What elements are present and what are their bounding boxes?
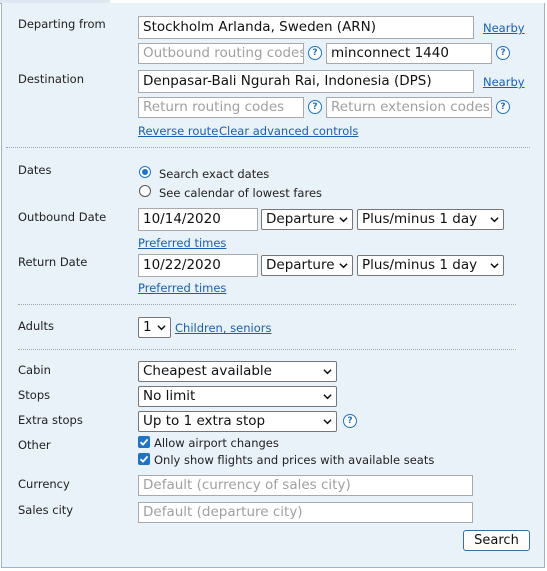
adults-value: 1 (143, 319, 152, 335)
return-date-input[interactable]: 10/22/2020 (138, 254, 258, 277)
radio-exact-dates[interactable] (139, 166, 151, 178)
chevron-down-icon (490, 217, 499, 223)
help-icon[interactable]: ? (496, 100, 510, 114)
section-divider (18, 304, 516, 305)
outbound-routing-codes-input[interactable]: Outbound routing codes (138, 43, 304, 64)
help-icon[interactable]: ? (308, 100, 322, 114)
outbound-extension-codes-input[interactable]: minconnect 1440 (326, 43, 492, 64)
outbound-time-type-select[interactable]: Departure (261, 209, 353, 230)
chevron-down-icon (323, 369, 332, 375)
help-icon[interactable]: ? (496, 46, 510, 60)
adults-select[interactable]: 1 (138, 317, 171, 338)
stops-select[interactable]: No limit (138, 386, 337, 407)
chevron-down-icon (490, 263, 499, 269)
sales-city-label: Sales city (18, 503, 74, 517)
return-preferred-times-link[interactable]: Preferred times (138, 281, 226, 295)
return-date-label: Return Date (18, 255, 88, 269)
adults-label: Adults (18, 319, 54, 333)
only-available-seats-checkbox[interactable] (138, 453, 150, 465)
return-time-type-select[interactable]: Departure (261, 255, 353, 276)
other-label: Other (18, 438, 51, 452)
calendar-lowest-fares-label[interactable]: See calendar of lowest fares (159, 186, 322, 200)
stops-value: No limit (143, 388, 196, 404)
stops-label: Stops (18, 388, 51, 402)
outbound-flex-value: Plus/minus 1 day (362, 211, 478, 227)
help-icon[interactable]: ? (343, 414, 357, 428)
sales-city-input[interactable]: Default (departure city) (138, 502, 473, 523)
cabin-select[interactable]: Cheapest available (138, 361, 337, 382)
outbound-date-input[interactable]: 10/14/2020 (138, 208, 258, 231)
outbound-time-type-value: Departure (266, 211, 335, 227)
nearby-destination-link[interactable]: Nearby (483, 75, 525, 89)
checkmark-icon (139, 438, 149, 446)
section-divider (6, 147, 530, 148)
chevron-down-icon (339, 263, 348, 269)
chevron-down-icon (323, 394, 332, 400)
extra-stops-select[interactable]: Up to 1 extra stop (138, 411, 337, 432)
outbound-date-label: Outbound Date (18, 210, 107, 224)
allow-airport-changes-label[interactable]: Allow airport changes (154, 436, 279, 450)
chevron-down-icon (157, 325, 166, 331)
cabin-label: Cabin (18, 363, 51, 377)
search-button[interactable]: Search (463, 530, 530, 551)
extra-stops-label: Extra stops (18, 413, 83, 427)
currency-label: Currency (18, 477, 70, 491)
extra-stops-value: Up to 1 extra stop (143, 413, 266, 429)
reverse-route-link[interactable]: Reverse route (138, 124, 218, 138)
help-icon[interactable]: ? (308, 46, 322, 60)
outbound-preferred-times-link[interactable]: Preferred times (138, 236, 226, 250)
clear-advanced-controls-link[interactable]: Clear advanced controls (219, 124, 358, 138)
return-flex-select[interactable]: Plus/minus 1 day (357, 255, 504, 276)
destination-label: Destination (18, 72, 84, 86)
departing-from-input[interactable]: Stockholm Arlanda, Sweden (ARN) (138, 16, 474, 39)
departing-from-label: Departing from (18, 17, 106, 31)
destination-input[interactable]: Denpasar-Bali Ngurah Rai, Indonesia (DPS… (138, 70, 474, 93)
outbound-flex-select[interactable]: Plus/minus 1 day (357, 209, 504, 230)
radio-calendar[interactable] (139, 185, 151, 197)
dates-label: Dates (18, 163, 52, 177)
chevron-down-icon (339, 217, 348, 223)
return-time-type-value: Departure (266, 257, 335, 273)
section-divider (18, 349, 516, 350)
children-seniors-link[interactable]: Children, seniors (175, 321, 271, 335)
cabin-value: Cheapest available (143, 363, 272, 379)
return-routing-codes-input[interactable]: Return routing codes (138, 97, 304, 118)
only-available-seats-label[interactable]: Only show flights and prices with availa… (154, 453, 434, 467)
search-form-panel: Departing from Stockholm Arlanda, Sweden… (1, 3, 545, 568)
search-exact-dates-label[interactable]: Search exact dates (159, 167, 269, 181)
checkmark-icon (139, 455, 149, 463)
return-extension-codes-input[interactable]: Return extension codes (326, 97, 492, 118)
nearby-origin-link[interactable]: Nearby (483, 21, 525, 35)
return-flex-value: Plus/minus 1 day (362, 257, 478, 273)
currency-input[interactable]: Default (currency of sales city) (138, 475, 473, 496)
allow-airport-changes-checkbox[interactable] (138, 436, 150, 448)
chevron-down-icon (323, 419, 332, 425)
